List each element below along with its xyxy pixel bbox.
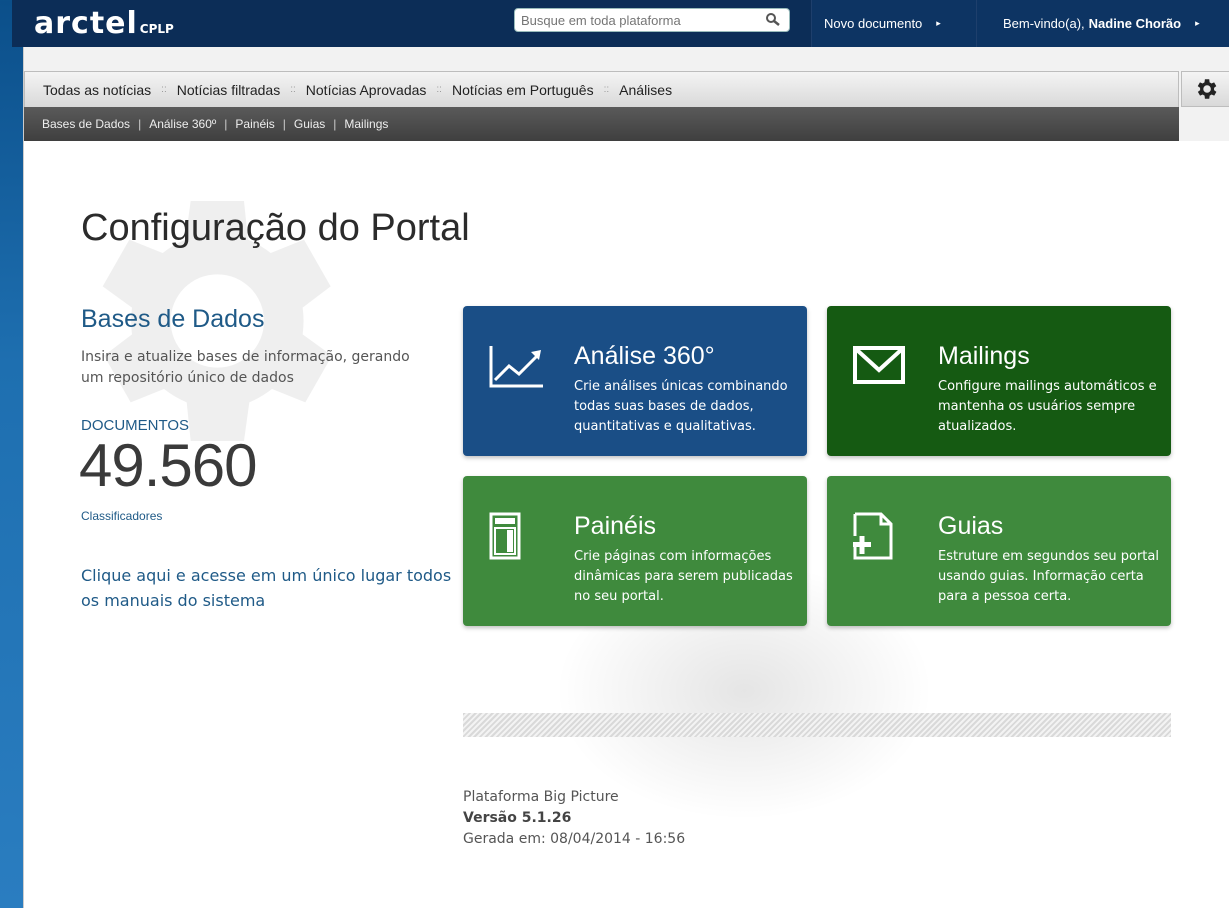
databases-title: Bases de Dados bbox=[81, 305, 265, 333]
content-area: Configuração do Portal Bases de Dados In… bbox=[24, 141, 1229, 908]
divider bbox=[463, 713, 1171, 737]
tile-title: Mailings bbox=[938, 342, 1030, 370]
subnav-item-analise360[interactable]: Análise 360º bbox=[149, 117, 216, 131]
new-document-menu[interactable]: Novo documento ▸ bbox=[811, 0, 976, 47]
nav-separator: :: bbox=[603, 84, 610, 95]
nav-item-portuguese-news[interactable]: Notícias em Português bbox=[452, 82, 594, 98]
nav-separator: :: bbox=[161, 84, 167, 95]
search-icon[interactable] bbox=[765, 12, 781, 28]
footer-info: Plataforma Big Picture Versão 5.1.26 Ger… bbox=[463, 787, 685, 850]
nav-separator: :: bbox=[436, 84, 442, 95]
main-panel: Todas as notícias :: Notícias filtradas … bbox=[23, 47, 1229, 908]
logo[interactable]: arctel CPLP bbox=[34, 6, 174, 41]
tile-description: Estruture em segundos seu portal usando … bbox=[938, 549, 1159, 604]
tile-description: Crie análises únicas combinando todas su… bbox=[574, 379, 788, 434]
tile-description: Crie páginas com informações dinâmicas p… bbox=[574, 549, 793, 604]
chart-trend-icon bbox=[489, 346, 543, 388]
manuals-link[interactable]: Clique aqui e acesse em um único lugar t… bbox=[81, 563, 461, 613]
generated-date: Gerada em: 08/04/2014 - 16:56 bbox=[463, 831, 686, 847]
tile-title: Análise 360° bbox=[574, 342, 715, 370]
tile-analise-360[interactable]: Análise 360° Crie análises únicas combin… bbox=[463, 306, 807, 456]
gear-icon bbox=[1197, 79, 1216, 99]
logo-sub: CPLP bbox=[139, 22, 174, 36]
add-page-icon bbox=[853, 512, 893, 560]
nav-separator: :: bbox=[290, 84, 296, 95]
page-title: Configuração do Portal bbox=[81, 207, 470, 249]
panel-layout-icon bbox=[489, 512, 521, 560]
tile-description: Configure mailings automáticos e mantenh… bbox=[938, 379, 1157, 434]
new-document-label: Novo documento bbox=[824, 16, 923, 31]
subnav-item-databases[interactable]: Bases de Dados bbox=[42, 117, 130, 131]
tile-title: Guias bbox=[938, 512, 1004, 540]
tile-paineis[interactable]: Painéis Crie páginas com informações din… bbox=[463, 476, 807, 626]
envelope-icon bbox=[853, 346, 905, 384]
version-label: Versão 5.1.26 bbox=[463, 810, 572, 826]
classifiers-link[interactable]: Classificadores bbox=[81, 509, 162, 523]
caret-down-icon: ▸ bbox=[1195, 18, 1200, 28]
platform-name: Plataforma Big Picture bbox=[463, 789, 619, 805]
nav-item-all-news[interactable]: Todas as notícias bbox=[43, 82, 151, 98]
logo-main: arctel bbox=[34, 6, 138, 41]
welcome-label: Bem-vindo(a), bbox=[1003, 16, 1085, 31]
tile-title: Painéis bbox=[574, 512, 656, 540]
caret-down-icon: ▸ bbox=[936, 18, 941, 28]
subnav-item-guias[interactable]: Guias bbox=[294, 117, 325, 131]
databases-description: Insira e atualize bases de informação, g… bbox=[81, 349, 410, 386]
user-menu[interactable]: Bem-vindo(a), Nadine Chorão ▸ bbox=[976, 0, 1229, 47]
user-name: Nadine Chorão bbox=[1088, 16, 1182, 31]
subnav-item-paineis[interactable]: Painéis bbox=[235, 117, 274, 131]
primary-nav: Todas as notícias :: Notícias filtradas … bbox=[24, 71, 1179, 107]
subnav-separator: | bbox=[333, 117, 337, 131]
top-bar: arctelCPLP Novo documento ▸ Bem-vindo(a)… bbox=[12, 0, 1229, 47]
documents-count: 49.560 bbox=[79, 432, 258, 499]
secondary-nav: Bases de Dados | Análise 360º | Painéis … bbox=[24, 107, 1179, 141]
search-input[interactable] bbox=[521, 11, 759, 29]
search-box bbox=[514, 8, 790, 32]
subnav-item-mailings[interactable]: Mailings bbox=[344, 117, 388, 131]
navigation: Todas as notícias :: Notícias filtradas … bbox=[24, 71, 1179, 141]
subnav-separator: | bbox=[138, 117, 142, 131]
nav-item-filtered-news[interactable]: Notícias filtradas bbox=[177, 82, 280, 98]
tile-mailings[interactable]: Mailings Configure mailings automáticos … bbox=[827, 306, 1171, 456]
nav-item-approved-news[interactable]: Notícias Aprovadas bbox=[306, 82, 427, 98]
subnav-separator: | bbox=[282, 117, 286, 131]
settings-button[interactable] bbox=[1181, 71, 1229, 107]
nav-item-analyses[interactable]: Análises bbox=[619, 82, 672, 98]
subnav-separator: | bbox=[224, 117, 228, 131]
tile-guias[interactable]: Guias Estruture em segundos seu portal u… bbox=[827, 476, 1171, 626]
